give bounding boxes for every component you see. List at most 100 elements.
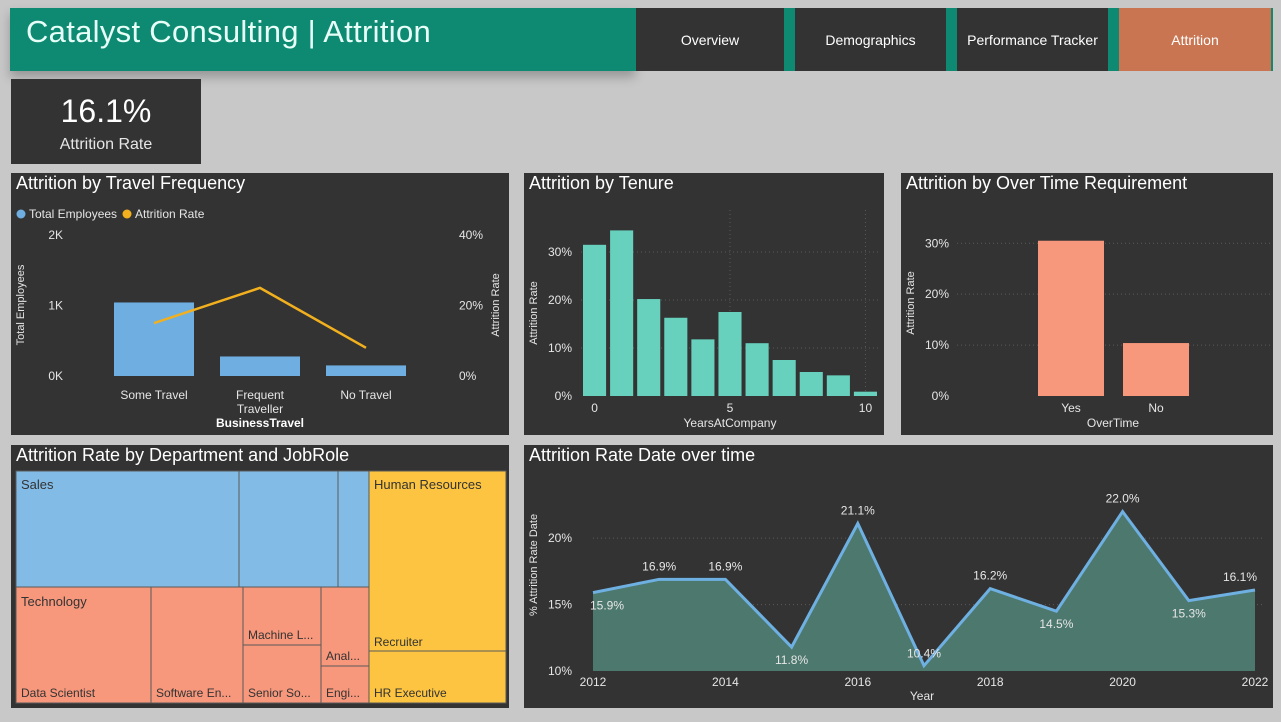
tenure-chart: 0% 10% 20% 30% 0 5 10 Attrition Rate YearsAtComp… [528,210,879,430]
time-data-label: 15.3% [1172,607,1206,621]
treemap-cell-label: Machine L... [248,628,313,642]
time-xlabel: Year [910,689,934,703]
travel-bar [220,356,300,376]
tenure-xtick: 10 [859,401,873,415]
time-data-label: 14.5% [1039,617,1073,631]
tenure-ytick: 10% [548,341,572,355]
tenure-bar [583,244,607,396]
overtime-xlabel: OverTime [1087,416,1140,430]
overtime-panel: Attrition by Over Time Requirement 0% 10%… [901,173,1273,435]
tenure-xtick: 0 [591,401,598,415]
treemap-group-label-hr: Human Resources [374,477,482,492]
tenure-xtick: 5 [727,401,734,415]
tenure-bar [691,339,715,396]
travel-y2tick: 40% [459,228,483,242]
dept-panel: Attrition Rate by Department and JobRole… [11,445,509,708]
tenure-bar [637,299,661,396]
time-ytick: 20% [548,531,572,545]
treemap-cell-label: Anal... [326,649,360,663]
legend-label-attrition-rate: Attrition Rate [135,207,205,221]
tenure-ytick: 20% [548,293,572,307]
treemap-cell-label: HR Executive [374,686,447,700]
time-ylabel: % Attrition Rate Date [528,514,540,616]
travel-xlabel: BusinessTravel [216,416,304,430]
treemap-cell [368,470,507,652]
overtime-ylabel: Attrition Rate [905,271,917,335]
travel-ytick: 0K [48,369,63,383]
time-data-label: 16.9% [642,559,676,573]
time-chart: 10% 15% 20% 15.9% 16.9% 16.9% 11.8% 21.1% 10.4% 1… [528,492,1269,703]
travel-bar [326,365,406,376]
tenure-bar [799,372,823,396]
travel-ytick: 1K [48,299,63,313]
tenure-panel: Attrition by Tenure 0% 10% 20% 30% 0 5 10 Attri… [524,173,884,435]
overtime-ytick: 0% [932,389,950,403]
tenure-ytick: 0% [555,389,573,403]
page-title: Catalyst Consulting | Attrition [26,14,432,49]
tenure-bar [772,360,796,396]
overtime-xtick: Yes [1061,401,1081,415]
time-xtick: 2018 [977,675,1004,689]
tenure-bar [853,391,877,396]
treemap-cell [238,470,339,588]
treemap-cell [337,470,370,588]
time-data-label: 15.9% [590,599,624,613]
overtime-chart: 0% 10% 20% 30% Yes No Attrition Rate OverTime [905,236,1270,430]
tab-overview[interactable]: Overview [636,8,784,71]
header-bar: Catalyst Consulting | Attrition [10,8,635,71]
time-xtick: 2014 [712,675,739,689]
overtime-bar [1038,240,1104,396]
time-xtick: 2016 [844,675,871,689]
time-data-label: 11.8% [775,653,808,667]
treemap-cell-label: Recruiter [374,635,423,649]
time-panel: Attrition Rate Date over time 10% 15% 20% 1… [524,445,1273,708]
overtime-ytick: 20% [925,287,949,301]
travel-xtick: No Travel [340,388,391,402]
time-xtick: 2022 [1242,675,1269,689]
time-data-label: 16.1% [1223,570,1257,584]
travel-chart: Total Employees Attrition Rate 0K 1K 2K 0% 20%… [15,207,502,430]
dept-treemap: Sales RepresentativeSales Executive...Da… [15,470,507,704]
time-data-label: 22.0% [1106,492,1140,506]
treemap-cell-label: Engi... [326,686,360,700]
time-data-label: 21.1% [841,504,875,518]
travel-y2tick: 0% [459,369,477,383]
treemap-group-label-technology: Technology [21,594,87,609]
tenure-bar [664,317,688,396]
kpi-label: Attrition Rate [59,136,153,153]
tenure-bar [718,312,742,396]
overtime-xtick: No [1148,401,1164,415]
treemap-cell-label: Data Scientist [21,686,96,700]
legend-marker-total-employees [16,209,26,219]
travel-y2label: Attrition Rate [490,273,502,337]
tenure-xlabel: YearsAtCompany [684,416,777,430]
time-data-label: 10.4% [907,647,941,661]
travel-ylabel: Total Employees [15,264,27,345]
treemap-group-label-sales: Sales [21,477,54,492]
overtime-bar [1123,343,1189,396]
overtime-ytick: 10% [925,338,949,352]
time-ytick: 15% [548,598,572,612]
tenure-bar [826,375,850,396]
legend-marker-attrition-rate [122,209,132,219]
tab-demographics[interactable]: Demographics [795,8,946,71]
time-ytick: 10% [548,664,572,678]
time-xtick: 2012 [580,675,607,689]
treemap-cell-label: Senior So... [248,686,311,700]
tenure-ytick: 30% [548,245,572,259]
travel-ytick: 2K [48,228,63,242]
travel-y2tick: 20% [459,299,483,313]
treemap-cell-label: Software En... [156,686,231,700]
overtime-ytick: 30% [925,236,949,250]
tab-performance-tracker[interactable]: Performance Tracker [957,8,1108,71]
kpi-value: 16.1% [60,93,152,129]
time-data-label: 16.2% [973,569,1007,583]
tenure-bar [745,343,769,396]
time-data-label: 16.9% [708,559,742,573]
travel-xtick: Frequent Traveller [236,388,285,416]
time-xtick: 2020 [1109,675,1136,689]
tab-attrition[interactable]: Attrition [1119,8,1271,71]
travel-xtick: Some Travel [120,388,187,402]
tenure-ylabel: Attrition Rate [528,281,540,345]
legend-label-total-employees: Total Employees [29,207,117,221]
